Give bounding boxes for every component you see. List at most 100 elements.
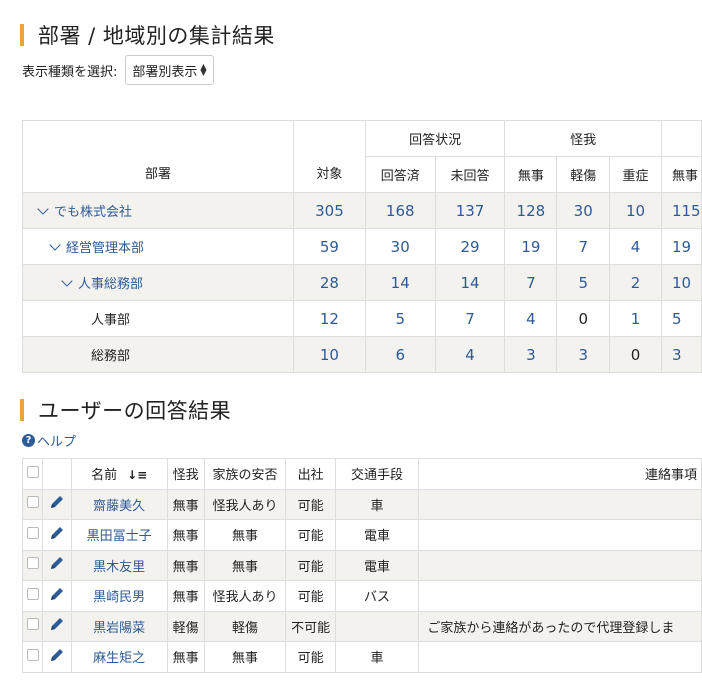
severe-count[interactable]: 10 bbox=[609, 192, 662, 229]
user-injury: 無事 bbox=[166, 580, 205, 612]
user-name-link[interactable]: 黒田冨士子 bbox=[70, 519, 168, 551]
unanswered-count[interactable]: 7 bbox=[434, 300, 506, 337]
edit-cell[interactable] bbox=[42, 519, 72, 551]
edit-cell[interactable] bbox=[42, 610, 72, 642]
name-column-header[interactable]: 名前 ↓≡ bbox=[70, 458, 168, 490]
minor-count[interactable]: 30 bbox=[556, 192, 611, 229]
severe-count[interactable]: 2 bbox=[609, 264, 662, 301]
transport-column-header: 交通手段 bbox=[334, 458, 420, 490]
pencil-icon[interactable] bbox=[49, 494, 65, 510]
extra-count[interactable]: 10 bbox=[660, 264, 702, 301]
extra-count[interactable]: 19 bbox=[660, 228, 702, 265]
unanswered-count[interactable]: 137 bbox=[434, 192, 506, 229]
answered-count[interactable]: 30 bbox=[364, 228, 436, 265]
help-circle-icon: ? bbox=[22, 434, 35, 447]
row-checkbox-cell[interactable] bbox=[21, 641, 44, 673]
pencil-icon[interactable] bbox=[49, 647, 65, 663]
unanswered-count[interactable]: 29 bbox=[434, 228, 506, 265]
answered-count[interactable]: 6 bbox=[364, 336, 436, 373]
help-link[interactable]: ? ヘルプ bbox=[22, 431, 76, 450]
row-checkbox-cell[interactable] bbox=[21, 549, 44, 581]
minor-count[interactable]: 3 bbox=[556, 336, 611, 373]
severe-count: 0 bbox=[609, 336, 662, 373]
display-type-select[interactable]: 部署別表示 ▲ ▼ bbox=[125, 55, 214, 85]
severe-count[interactable]: 1 bbox=[609, 300, 662, 337]
sort-desc-icon[interactable]: ↓≡ bbox=[127, 468, 147, 482]
row-checkbox[interactable] bbox=[26, 526, 39, 539]
answered-count[interactable]: 14 bbox=[364, 264, 436, 301]
header-extra: 無事 bbox=[660, 156, 702, 193]
row-checkbox-cell[interactable] bbox=[21, 580, 44, 612]
summary-row: 総務部 10 6 4 3 3 0 3 bbox=[21, 336, 702, 373]
select-all-checkbox-cell[interactable] bbox=[21, 458, 44, 490]
pencil-icon[interactable] bbox=[49, 555, 65, 571]
answered-count[interactable]: 5 bbox=[364, 300, 436, 337]
edit-cell[interactable] bbox=[42, 488, 72, 520]
dept-cell[interactable]: 経営管理本部 bbox=[21, 228, 295, 265]
unanswered-count[interactable]: 14 bbox=[434, 264, 506, 301]
minor-count[interactable]: 5 bbox=[556, 264, 611, 301]
dept-cell: 総務部 bbox=[21, 336, 295, 373]
user-row: 黒田冨士子 無事 無事 可能 電車 bbox=[21, 519, 702, 551]
row-checkbox[interactable] bbox=[26, 618, 39, 631]
row-checkbox-cell[interactable] bbox=[21, 519, 44, 551]
edit-cell[interactable] bbox=[42, 549, 72, 581]
user-note bbox=[418, 641, 702, 673]
edit-column-header bbox=[42, 458, 72, 490]
dept-cell[interactable]: でも株式会社 bbox=[21, 192, 295, 229]
chevron-down-icon[interactable] bbox=[37, 203, 49, 215]
extra-count[interactable]: 5 bbox=[660, 300, 702, 337]
extra-count[interactable]: 3 bbox=[660, 336, 702, 373]
row-checkbox-cell[interactable] bbox=[21, 610, 44, 642]
user-note: ご家族から連絡があったので代理登録しま bbox=[418, 610, 702, 642]
target-count[interactable]: 28 bbox=[293, 264, 366, 301]
chevron-down-icon[interactable] bbox=[61, 275, 73, 287]
target-count[interactable]: 59 bbox=[293, 228, 366, 265]
chevron-down-icon[interactable] bbox=[49, 239, 61, 251]
unanswered-count[interactable]: 4 bbox=[434, 336, 506, 373]
user-name-link[interactable]: 黒崎民男 bbox=[70, 580, 168, 612]
answered-count[interactable]: 168 bbox=[364, 192, 436, 229]
target-count[interactable]: 12 bbox=[293, 300, 366, 337]
target-count[interactable]: 10 bbox=[293, 336, 366, 373]
user-attend: 不可能 bbox=[285, 610, 336, 642]
header-dept: 部署 bbox=[21, 120, 295, 193]
help-label: ヘルプ bbox=[37, 435, 77, 450]
row-checkbox[interactable] bbox=[26, 587, 39, 600]
user-row: 黒木友里 無事 無事 可能 電車 bbox=[21, 549, 702, 581]
summary-table: 部署 対象 回答状況 怪我 回答済 未回答 無事 軽傷 重症 無事 でも株式会社… bbox=[21, 120, 702, 373]
severe-count[interactable]: 4 bbox=[609, 228, 662, 265]
select-all-checkbox[interactable] bbox=[26, 465, 39, 478]
user-note bbox=[418, 488, 702, 520]
user-name-link[interactable]: 齋藤美久 bbox=[70, 488, 168, 520]
edit-cell[interactable] bbox=[42, 641, 72, 673]
none-count[interactable]: 19 bbox=[504, 228, 558, 265]
pencil-icon[interactable] bbox=[49, 525, 65, 541]
user-name-link[interactable]: 麻生矩之 bbox=[70, 641, 168, 673]
user-name-link[interactable]: 黒木友里 bbox=[70, 549, 168, 581]
header-answer-status: 回答状況 bbox=[364, 120, 506, 157]
select-arrows-icon: ▲ ▼ bbox=[200, 62, 207, 77]
none-count[interactable]: 4 bbox=[504, 300, 558, 337]
extra-count[interactable]: 115 bbox=[660, 192, 702, 229]
target-count[interactable]: 305 bbox=[293, 192, 366, 229]
none-count[interactable]: 3 bbox=[504, 336, 558, 373]
user-name-link[interactable]: 黒岩陽菜 bbox=[70, 610, 168, 642]
edit-cell[interactable] bbox=[42, 580, 72, 612]
dept-cell[interactable]: 人事総務部 bbox=[21, 264, 295, 301]
row-checkbox-cell[interactable] bbox=[21, 488, 44, 520]
user-injury: 無事 bbox=[166, 519, 205, 551]
user-section-title: ユーザーの回答結果 bbox=[38, 399, 232, 423]
none-count[interactable]: 128 bbox=[504, 192, 558, 229]
row-checkbox[interactable] bbox=[26, 557, 39, 570]
none-count[interactable]: 7 bbox=[504, 264, 558, 301]
display-type-label: 表示種類を選択: bbox=[22, 64, 118, 80]
minor-count[interactable]: 7 bbox=[556, 228, 611, 265]
attend-column-header: 出社 bbox=[285, 458, 336, 490]
pencil-icon[interactable] bbox=[49, 616, 65, 632]
user-note bbox=[418, 580, 702, 612]
pencil-icon[interactable] bbox=[49, 586, 65, 602]
row-checkbox[interactable] bbox=[26, 496, 39, 509]
user-injury: 無事 bbox=[166, 641, 205, 673]
row-checkbox[interactable] bbox=[26, 648, 39, 661]
